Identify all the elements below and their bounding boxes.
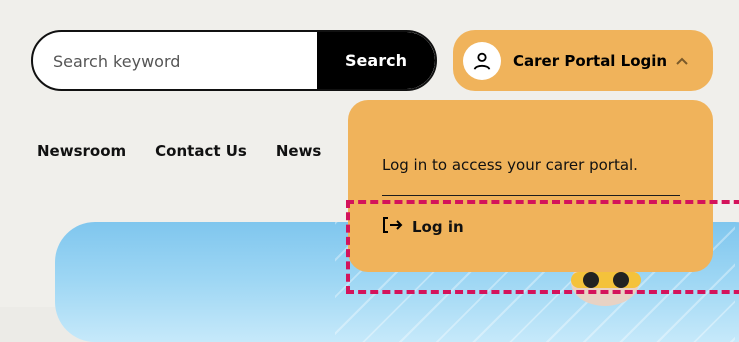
carer-portal-login-button[interactable]: Carer Portal Login: [453, 30, 713, 91]
search-bar: Search: [31, 30, 437, 91]
login-label: Log in: [412, 218, 464, 236]
nav-item-newsroom[interactable]: Newsroom: [37, 142, 126, 160]
dropdown-divider: [382, 195, 680, 196]
nav-item-contact-us[interactable]: Contact Us: [155, 142, 247, 160]
dropdown-message: Log in to access your carer portal.: [382, 156, 638, 174]
login-link[interactable]: Log in: [382, 216, 464, 238]
login-icon: [382, 216, 404, 238]
search-button[interactable]: Search: [317, 32, 435, 89]
carer-portal-login-label: Carer Portal Login: [513, 51, 668, 70]
user-icon: [463, 41, 501, 80]
nav-item-news[interactable]: News: [276, 142, 322, 160]
main-nav: Newsroom Contact Us News: [37, 142, 321, 160]
chevron-up-icon: [675, 56, 689, 66]
carer-portal-dropdown: Log in to access your carer portal. Log …: [348, 100, 713, 272]
search-input[interactable]: [51, 32, 325, 89]
